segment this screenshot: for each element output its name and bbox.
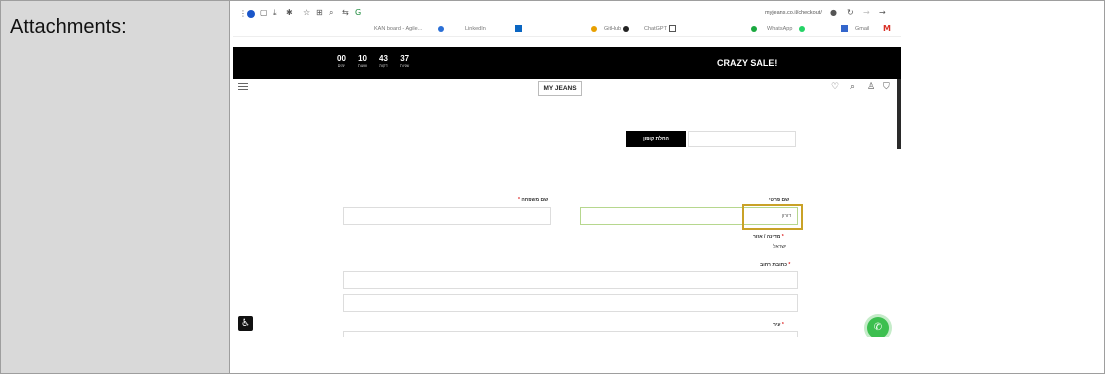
bookmark-whatsapp[interactable]: WhatsApp — [767, 26, 792, 32]
linkedin-icon — [515, 25, 522, 32]
hamburger-menu-icon[interactable] — [238, 83, 248, 92]
embedded-screenshot: ⋮ ▢ ⤓ ✱ ☆ ⊞ ⌕ ⇆ G myjeans.co.il/checkout… — [233, 5, 901, 337]
bookmark-icon — [841, 25, 848, 32]
sale-banner: 00 ימים 10 שעות 43 דקות 37 שניות CRAZY SALE! — [233, 47, 901, 79]
attachments-label: Attachments: — [10, 16, 127, 38]
browser-toolbar: ⋮ ▢ ⤓ ✱ ☆ ⊞ ⌕ ⇆ G myjeans.co.il/checkout… — [233, 5, 901, 22]
whatsapp-chat-icon[interactable]: ✆ — [867, 317, 889, 337]
countdown-hours: 10 שעות — [358, 54, 368, 68]
country-label: מדינה / אזור * — [753, 234, 784, 240]
bookmark-kan[interactable]: KAN board - Agile... — [374, 26, 422, 32]
countdown-minutes: 43 דקות — [379, 54, 388, 68]
bookmark-icon — [751, 26, 757, 32]
bookmark-gmail[interactable]: Gmail — [855, 26, 869, 32]
first-name-label: שם פרטי — [769, 197, 790, 203]
whatsapp-small-icon — [799, 26, 805, 32]
coupon-input[interactable] — [688, 131, 796, 147]
back-icon[interactable]: → — [879, 9, 886, 17]
bookmark-icon — [591, 26, 597, 32]
bookmark-linkedin[interactable]: LinkedIn — [465, 26, 486, 32]
sale-title: CRAZY SALE! — [717, 58, 778, 68]
profile-icon[interactable] — [247, 10, 255, 18]
github-icon — [623, 26, 629, 32]
wishlist-icon[interactable]: ♡ — [831, 83, 839, 92]
bookmarks-bar: KAN board - Agile... LinkedIn GitHub Cha… — [233, 22, 901, 37]
accessibility-icon[interactable]: ♿ — [238, 316, 253, 331]
bookmark-github[interactable]: GitHub — [604, 26, 621, 32]
download-icon[interactable]: ⤓ — [273, 9, 277, 17]
site-icon: G — [355, 8, 362, 17]
gmail-icon: M — [883, 24, 891, 33]
bookmark-chatgpt[interactable]: ChatGPT — [644, 26, 667, 32]
page-scrollbar[interactable] — [897, 79, 901, 149]
last-name-input[interactable] — [343, 207, 551, 225]
attachments-label-cell: Attachments: — [0, 0, 230, 374]
street-address-input[interactable] — [343, 271, 798, 289]
street-label: כתובת רחוב * — [760, 262, 791, 268]
tabs-icon[interactable]: ▢ — [260, 9, 268, 17]
site-info-icon[interactable]: ● — [830, 9, 837, 17]
countdown-seconds: 37 שניות — [400, 54, 410, 68]
account-icon[interactable]: ♙ — [867, 83, 875, 92]
city-input[interactable] — [343, 331, 798, 337]
apply-coupon-button[interactable]: החלת קופון — [626, 131, 686, 147]
countdown-days: 00 ימים — [337, 54, 346, 68]
star-icon[interactable]: ☆ — [303, 9, 310, 17]
address-bar[interactable]: myjeans.co.il/checkout/ — [765, 10, 822, 16]
store-logo[interactable]: MY JEANS — [538, 81, 582, 96]
apartment-input[interactable] — [343, 294, 798, 312]
highlight-box — [742, 204, 803, 230]
chatgpt-icon — [669, 25, 676, 32]
forward-icon[interactable]: → — [863, 9, 870, 17]
last-name-label: * שם משפחה — [518, 197, 549, 203]
extensions-icon[interactable]: ✱ — [286, 9, 293, 17]
reload-icon[interactable]: ↻ — [847, 9, 854, 17]
menu-dots-icon[interactable]: ⋮ — [239, 10, 247, 18]
country-value: ישראל — [773, 244, 787, 250]
cart-icon[interactable]: ⛉ — [883, 83, 890, 92]
bookmark-icon — [438, 26, 444, 32]
share-icon[interactable]: ⇆ — [342, 9, 349, 17]
zoom-icon[interactable]: ⌕ — [329, 9, 333, 17]
search-icon[interactable]: ⌕ — [850, 83, 855, 92]
install-icon[interactable]: ⊞ — [316, 9, 323, 17]
city-label: עיר * — [773, 322, 784, 328]
